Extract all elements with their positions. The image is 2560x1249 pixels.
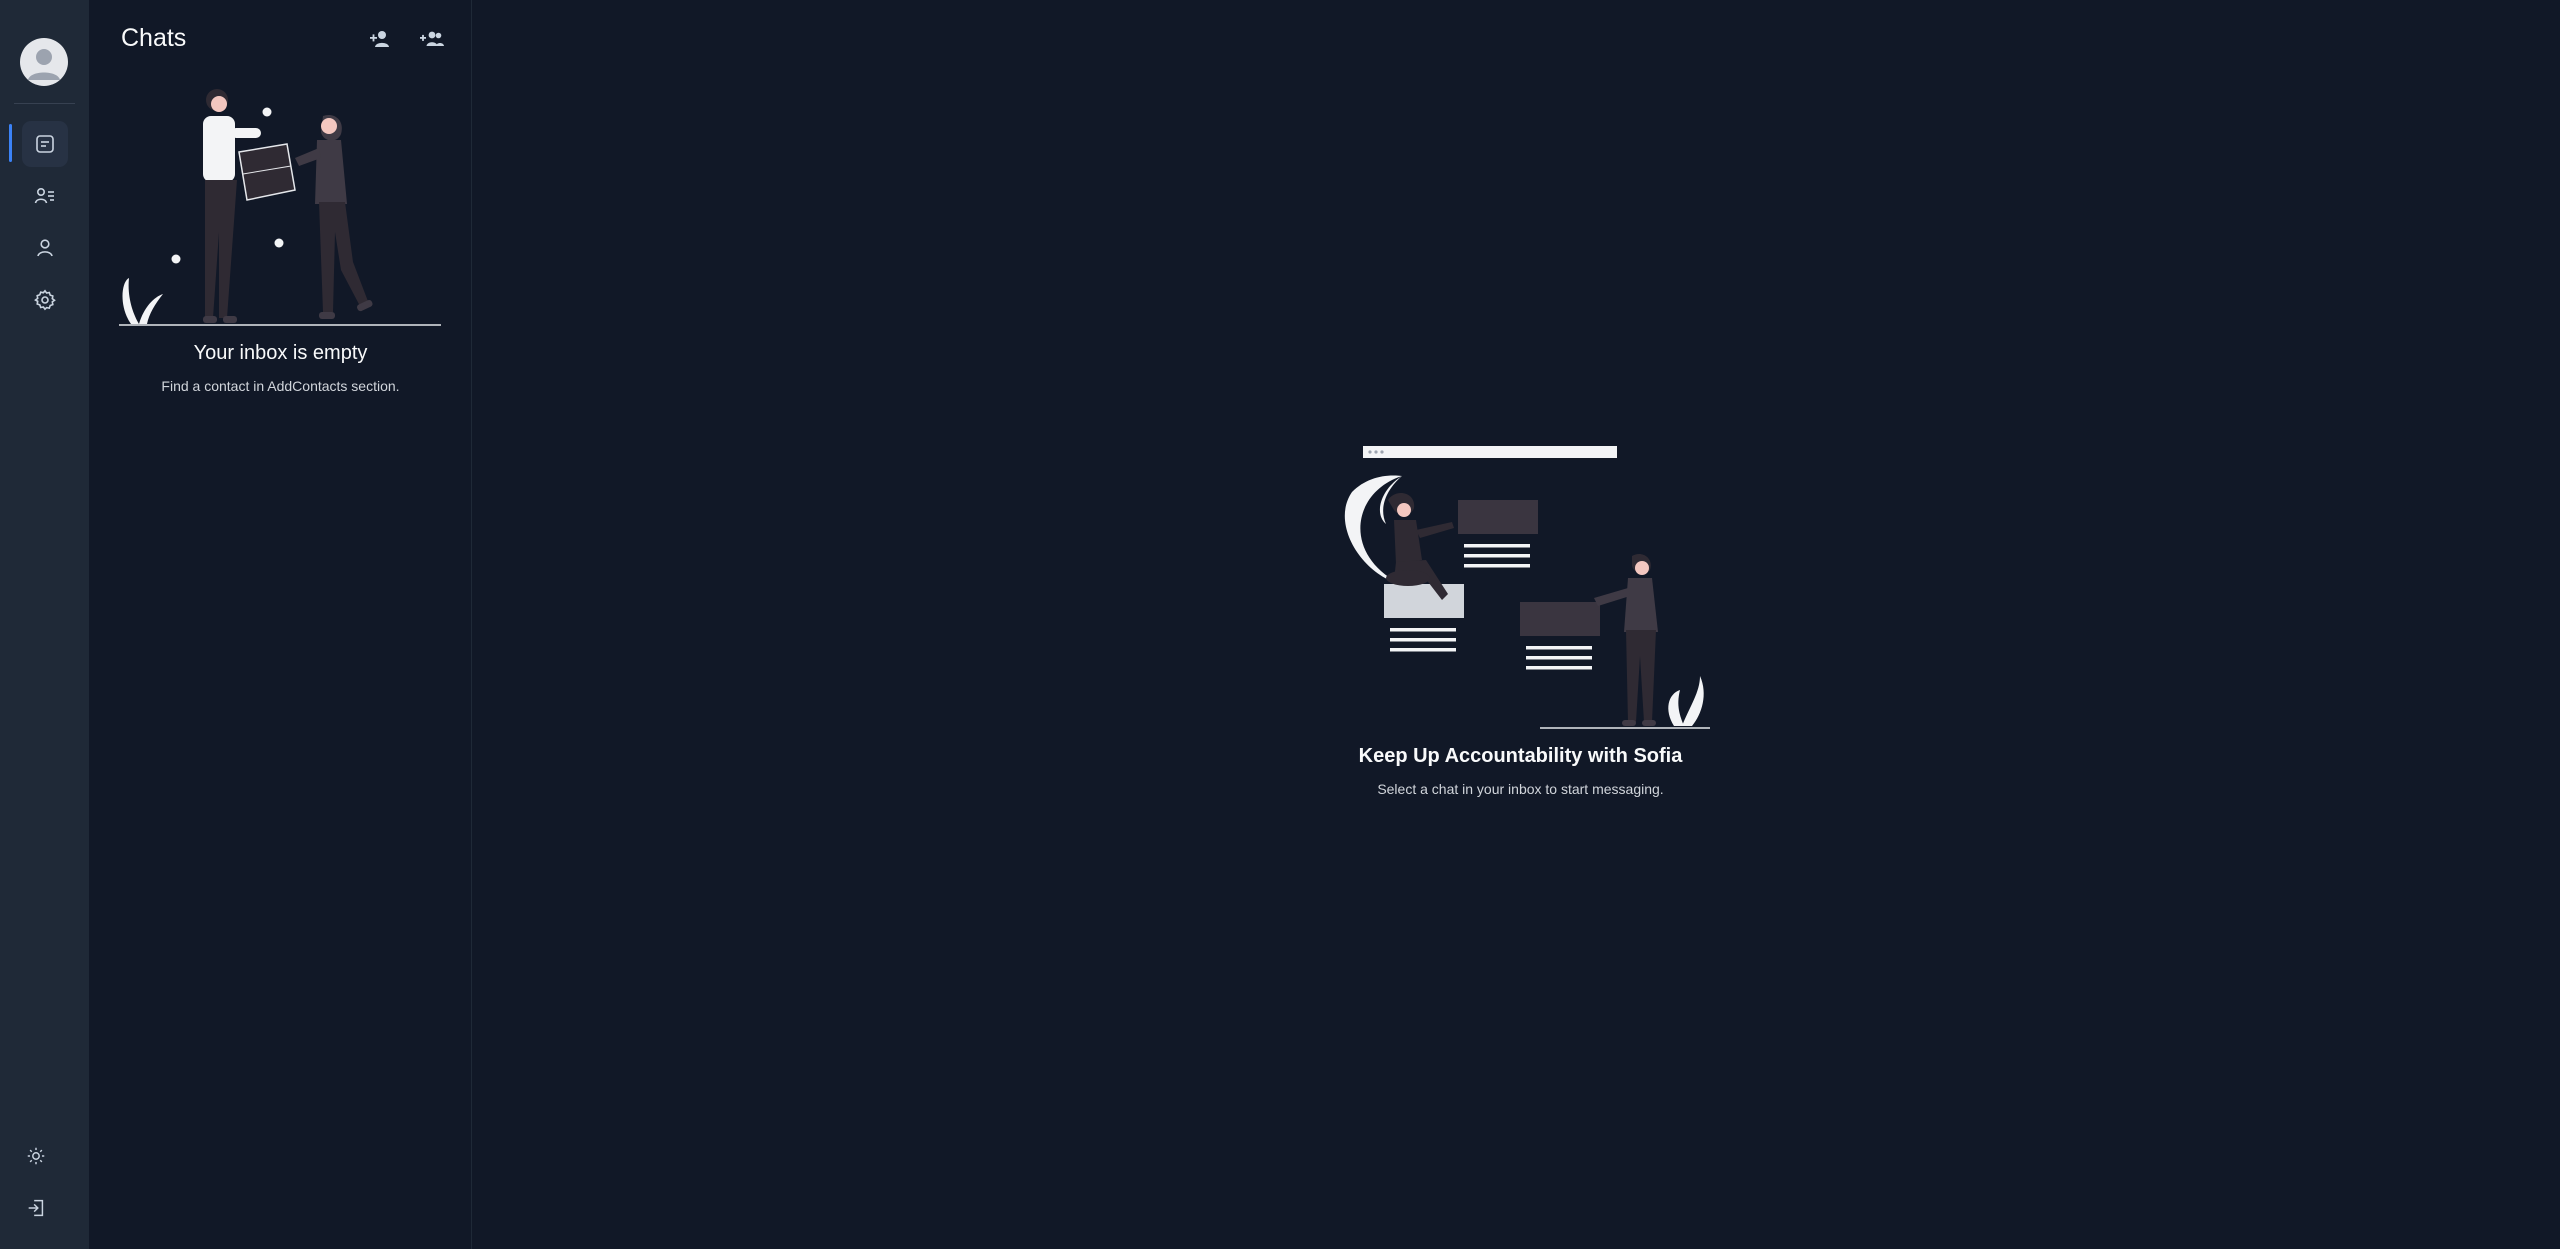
- user-icon: [37, 239, 53, 257]
- active-indicator: [9, 124, 12, 162]
- chats-panel: Chats Your inbox is empty Find a contact…: [89, 0, 472, 1249]
- rail-divider: [14, 103, 75, 104]
- nav-profile-button[interactable]: [22, 225, 68, 271]
- logout-icon: [28, 1199, 44, 1217]
- logout-button[interactable]: [22, 1194, 50, 1222]
- welcome-title: Keep Up Accountability with Sofia: [1358, 745, 1683, 767]
- chats-title: Chats: [121, 24, 187, 52]
- gear-icon: [34, 289, 56, 311]
- nav-chats-button[interactable]: [22, 121, 68, 167]
- add-group-icon: [420, 31, 444, 46]
- nav-rail: [0, 0, 89, 1249]
- add-user-icon: [370, 31, 389, 47]
- user-avatar[interactable]: [20, 38, 68, 86]
- main-panel: Keep Up Accountability with Sofia Select…: [472, 0, 2560, 1249]
- welcome-subtitle: Select a chat in your inbox to start mes…: [1377, 781, 1664, 797]
- empty-inbox-illustration: [119, 89, 441, 326]
- add-group-button[interactable]: [417, 24, 447, 54]
- nav-settings-button[interactable]: [22, 277, 68, 323]
- app-root: Chats Your inbox is empty Find a contact…: [0, 0, 2560, 1249]
- add-contact-button[interactable]: [365, 24, 395, 54]
- nav-contacts-button[interactable]: [22, 173, 68, 219]
- empty-inbox-title: Your inbox is empty: [193, 342, 368, 364]
- empty-inbox-subtitle: Find a contact in AddContacts section.: [161, 378, 400, 394]
- sun-icon: [27, 1147, 45, 1165]
- chat-icon: [36, 135, 54, 153]
- welcome-illustration: [1344, 446, 1710, 729]
- theme-toggle-button[interactable]: [22, 1142, 50, 1170]
- contacts-list-icon: [34, 188, 54, 204]
